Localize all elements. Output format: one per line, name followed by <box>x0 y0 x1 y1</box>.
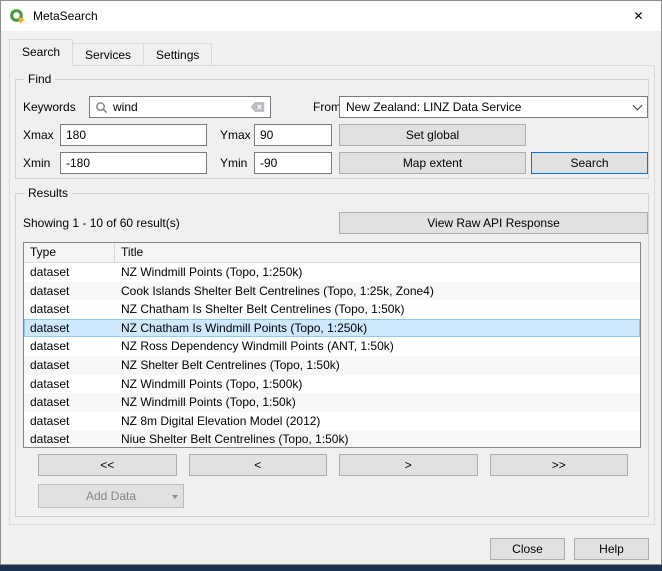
ymax-input[interactable] <box>254 124 332 146</box>
prev-page-button[interactable]: < <box>189 454 328 476</box>
tab-bar: Search Services Settings <box>9 39 211 65</box>
tab-settings[interactable]: Settings <box>143 43 212 65</box>
window-title: MetaSearch <box>33 9 98 23</box>
table-row[interactable]: dataset NZ Windmill Points (Topo, 1:250k… <box>24 263 640 282</box>
desktop-backdrop <box>0 565 662 571</box>
keywords-input[interactable] <box>113 100 250 114</box>
cell-type: dataset <box>24 300 115 319</box>
xmin-label: Xmin <box>23 152 50 174</box>
table-row[interactable]: dataset NZ Windmill Points (Topo, 1:500k… <box>24 375 640 394</box>
column-header-type[interactable]: Type <box>24 243 115 262</box>
tab-services[interactable]: Services <box>72 43 144 65</box>
cell-title: Niue Shelter Belt Centrelines (Topo, 1:5… <box>115 430 640 448</box>
xmin-input[interactable] <box>60 152 207 174</box>
search-icon <box>95 101 108 114</box>
menu-arrow-icon <box>172 495 178 499</box>
cell-title: NZ Chatham Is Shelter Belt Centrelines (… <box>115 300 640 319</box>
xmax-label: Xmax <box>23 124 54 146</box>
xmax-input[interactable] <box>60 124 207 146</box>
tab-search[interactable]: Search <box>9 39 73 66</box>
table-row[interactable]: dataset Cook Islands Shelter Belt Centre… <box>24 282 640 301</box>
table-row[interactable]: dataset NZ Ross Dependency Windmill Poin… <box>24 337 640 356</box>
find-groupbox: Find Keywords From New Zealand: LINZ Dat… <box>15 79 649 179</box>
cell-type: dataset <box>24 356 115 375</box>
add-data-label: Add Data <box>86 489 136 503</box>
cell-title: NZ 8m Digital Elevation Model (2012) <box>115 412 640 431</box>
ymin-label: Ymin <box>220 152 247 174</box>
cell-title: NZ Chatham Is Windmill Points (Topo, 1:2… <box>115 319 640 338</box>
add-data-button[interactable]: Add Data <box>38 484 184 508</box>
cell-type: dataset <box>24 282 115 301</box>
keywords-search-box <box>89 96 271 118</box>
table-row-selected[interactable]: dataset NZ Chatham Is Windmill Points (T… <box>24 319 640 338</box>
cell-type: dataset <box>24 412 115 431</box>
table-row[interactable]: dataset NZ 8m Digital Elevation Model (2… <box>24 412 640 431</box>
last-page-button[interactable]: >> <box>490 454 629 476</box>
from-label: From <box>313 96 341 118</box>
table-row[interactable]: dataset NZ Windmill Points (Topo, 1:50k) <box>24 393 640 412</box>
qgis-logo-icon <box>9 8 26 25</box>
from-combobox[interactable]: New Zealand: LINZ Data Service <box>339 96 648 118</box>
cell-title: NZ Windmill Points (Topo, 1:250k) <box>115 263 640 282</box>
metasearch-window: MetaSearch ✕ Search Services Settings Fi… <box>0 0 662 565</box>
cell-title: NZ Shelter Belt Centrelines (Topo, 1:50k… <box>115 356 640 375</box>
results-count-text: Showing 1 - 10 of 60 result(s) <box>23 212 180 234</box>
cell-title: Cook Islands Shelter Belt Centrelines (T… <box>115 282 640 301</box>
cell-type: dataset <box>24 263 115 282</box>
cell-type: dataset <box>24 337 115 356</box>
cell-title: NZ Windmill Points (Topo, 1:50k) <box>115 393 640 412</box>
set-global-button[interactable]: Set global <box>339 124 526 146</box>
table-row[interactable]: dataset NZ Chatham Is Shelter Belt Centr… <box>24 300 640 319</box>
cell-title: NZ Ross Dependency Windmill Points (ANT,… <box>115 337 640 356</box>
keywords-label: Keywords <box>23 96 76 118</box>
help-button[interactable]: Help <box>574 538 649 560</box>
view-raw-api-button[interactable]: View Raw API Response <box>339 212 648 234</box>
titlebar[interactable]: MetaSearch ✕ <box>1 1 661 31</box>
table-row[interactable]: dataset NZ Shelter Belt Centrelines (Top… <box>24 356 640 375</box>
window-close-button[interactable]: ✕ <box>616 1 661 30</box>
cell-type: dataset <box>24 393 115 412</box>
ymin-input[interactable] <box>254 152 332 174</box>
cell-title: NZ Windmill Points (Topo, 1:500k) <box>115 375 640 394</box>
cell-type: dataset <box>24 319 115 338</box>
close-button[interactable]: Close <box>490 538 565 560</box>
results-groupbox: Results Showing 1 - 10 of 60 result(s) V… <box>15 193 649 517</box>
pagination: << < > >> <box>38 454 628 476</box>
from-selected-value: New Zealand: LINZ Data Service <box>346 100 627 114</box>
close-icon: ✕ <box>633 9 643 23</box>
clear-icon[interactable] <box>250 101 265 113</box>
results-group-label: Results <box>24 186 72 201</box>
results-table: Type Title dataset NZ Windmill Points (T… <box>23 242 641 448</box>
table-row[interactable]: dataset Niue Shelter Belt Centrelines (T… <box>24 430 640 448</box>
next-page-button[interactable]: > <box>339 454 478 476</box>
column-header-title[interactable]: Title <box>115 243 640 262</box>
cell-type: dataset <box>24 375 115 394</box>
cell-type: dataset <box>24 430 115 448</box>
table-header: Type Title <box>24 243 640 263</box>
map-extent-button[interactable]: Map extent <box>339 152 526 174</box>
ymax-label: Ymax <box>220 124 251 146</box>
dropdown-arrow-icon <box>627 97 647 117</box>
find-group-label: Find <box>24 72 55 87</box>
first-page-button[interactable]: << <box>38 454 177 476</box>
search-button[interactable]: Search <box>531 152 648 174</box>
